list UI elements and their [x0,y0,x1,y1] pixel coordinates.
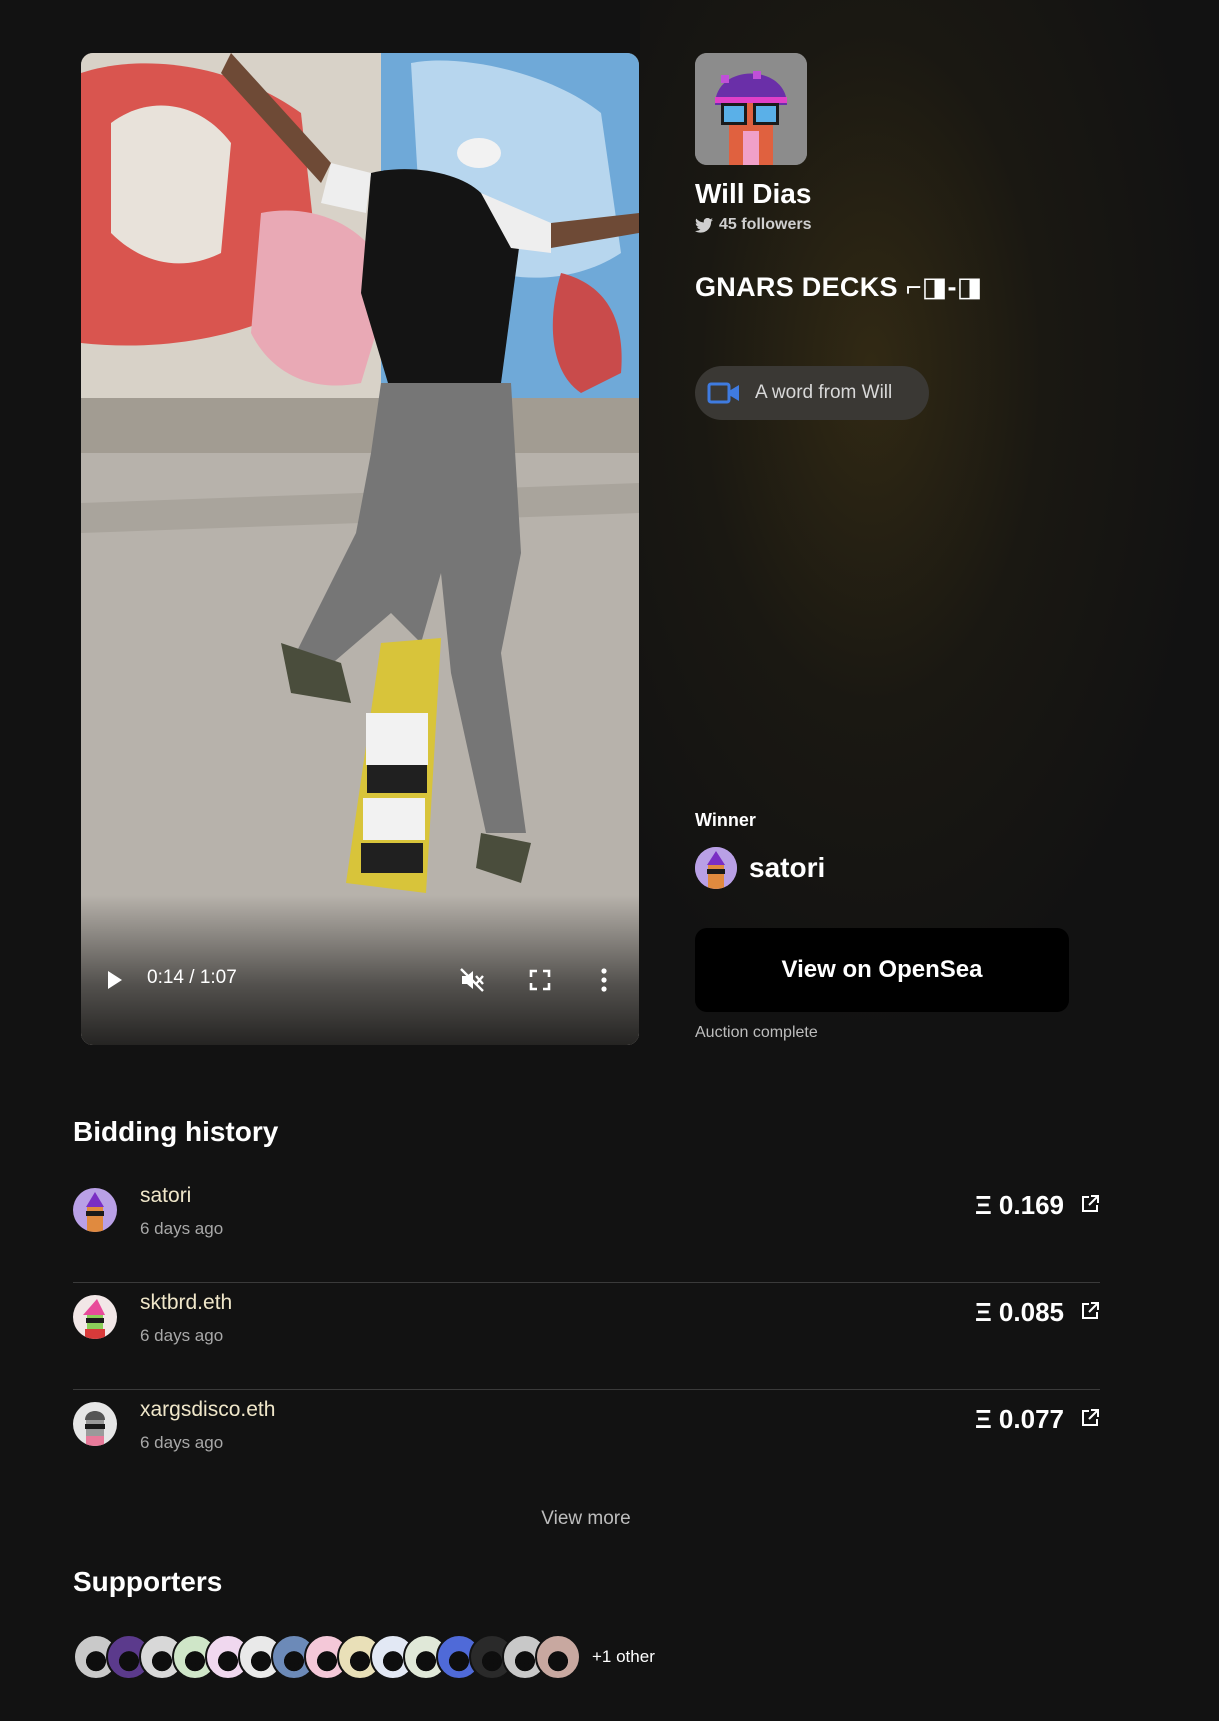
bid-time: 6 days ago [140,1326,224,1345]
external-link-icon[interactable] [1080,1194,1100,1214]
supporter-avatar[interactable] [535,1634,581,1680]
bid-row: xargsdisco.eth 6 days ago Ξ 0.077 [73,1390,1100,1497]
bidding-history-heading: Bidding history [73,1116,279,1147]
bid-time: 6 days ago [140,1219,224,1238]
bid-row: sktbrd.eth 6 days ago Ξ 0.085 [73,1283,1100,1390]
bid-row: satori 6 days ago Ξ 0.169 [73,1176,1100,1283]
view-more-button[interactable]: View more [0,1508,1172,1530]
bidder-name[interactable]: xargsdisco.eth [140,1398,275,1422]
followers-label: 45 followers [719,216,812,233]
bidder-name[interactable]: sktbrd.eth [140,1291,232,1315]
word-from-creator-label: A word from Will [755,382,893,403]
creator-avatar [695,53,807,165]
play-icon[interactable] [105,968,125,992]
winner[interactable]: satori [695,847,825,889]
creator-name[interactable]: Will Dias [695,178,811,210]
winner-name: satori [749,852,826,883]
auction-status: Auction complete [695,1024,818,1041]
video-camera-icon [707,382,739,404]
supporter-avatars [73,1634,581,1680]
volume-muted-icon[interactable] [459,967,485,993]
winner-label: Winner [695,810,756,830]
bid-amount: Ξ 0.077 [974,1404,1064,1434]
auction-title: GNARS DECKS ⌐◨-◨ [695,272,983,302]
video-player[interactable]: 0:14 / 1:07 [81,53,639,1045]
external-link-icon[interactable] [1080,1301,1100,1321]
supporters-list: +1 other [73,1634,655,1680]
video-time: 0:14 / 1:07 [147,967,237,988]
followers-count: 45 followers [695,216,811,234]
supporters-heading: Supporters [73,1566,223,1597]
view-on-opensea-button[interactable]: View on OpenSea [695,928,1069,1012]
bidder-avatar [73,1188,117,1232]
twitter-icon [695,217,713,233]
bid-time: 6 days ago [140,1433,224,1452]
supporters-more-label[interactable]: +1 other [592,1647,655,1667]
bid-amount: Ξ 0.085 [974,1297,1064,1327]
fullscreen-icon[interactable] [529,969,551,991]
bidder-avatar [73,1402,117,1446]
word-from-creator-button[interactable]: A word from Will [695,366,929,420]
more-vertical-icon[interactable] [600,967,608,993]
bidder-name[interactable]: satori [140,1184,191,1208]
winner-avatar [695,847,737,889]
external-link-icon[interactable] [1080,1408,1100,1428]
bid-amount: Ξ 0.169 [974,1190,1064,1220]
bidder-avatar [73,1295,117,1339]
